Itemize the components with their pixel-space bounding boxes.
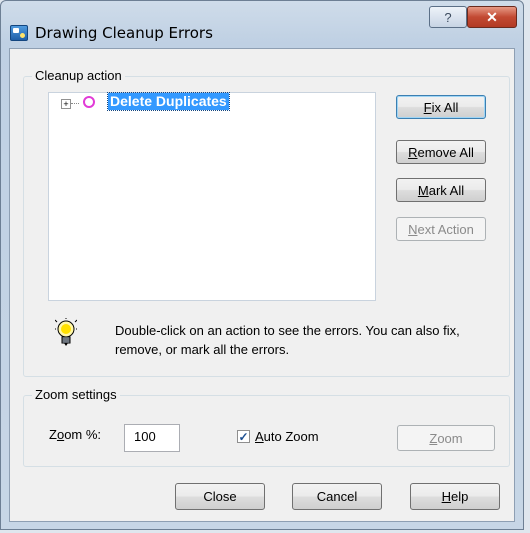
lightbulb-icon xyxy=(55,318,77,346)
cleanup-action-tree[interactable]: + Delete Duplicates xyxy=(48,92,376,301)
auto-zoom-label[interactable]: Auto Zoom xyxy=(255,429,319,444)
auto-zoom-checkbox[interactable]: ✓ xyxy=(237,430,250,444)
remove-all-button[interactable]: Remove All xyxy=(396,140,486,164)
fix-all-mnemonic: F xyxy=(423,99,432,115)
close-button[interactable]: Close xyxy=(175,483,265,510)
cancel-button-label: Cancel xyxy=(316,489,358,504)
circle-icon xyxy=(83,96,95,108)
auto-zoom-label-post: uto Zoom xyxy=(263,429,319,444)
cancel-button[interactable]: Cancel xyxy=(292,483,382,510)
auto-zoom-mnemonic: A xyxy=(255,429,264,444)
drawing-cleanup-app-icon xyxy=(10,25,28,41)
zoom-percent-label: Zoom %: xyxy=(49,427,101,442)
zoom-button-label: oom xyxy=(437,430,463,446)
zoom-percent-input[interactable]: 100 xyxy=(124,424,180,452)
zoom-settings-label: Zoom settings xyxy=(32,387,120,402)
cleanup-action-label: Cleanup action xyxy=(32,68,125,83)
remove-all-label: emove All xyxy=(417,144,474,160)
close-button-label: Close xyxy=(203,489,237,504)
zoom-percent-label-post: om %: xyxy=(64,427,102,442)
mark-all-mnemonic: M xyxy=(417,182,429,198)
mark-all-label: ark All xyxy=(428,182,465,198)
next-action-button[interactable]: Next Action xyxy=(396,217,486,241)
fix-all-label: ix All xyxy=(431,99,459,115)
zoom-button[interactable]: Zoom xyxy=(397,425,495,451)
help-title-button[interactable]: ? xyxy=(429,6,467,28)
close-window-button[interactable]: ✕ xyxy=(467,6,517,28)
mark-all-button[interactable]: Mark All xyxy=(396,178,486,202)
next-action-label: ext Action xyxy=(417,221,474,237)
help-button-label: elp xyxy=(451,489,469,504)
remove-all-mnemonic: R xyxy=(408,144,418,160)
hint-text: Double-click on an action to see the err… xyxy=(115,323,460,357)
zoom-button-mnemonic: Z xyxy=(429,430,438,446)
help-button[interactable]: Help xyxy=(410,483,500,510)
tree-connector xyxy=(71,103,79,104)
expand-icon[interactable]: + xyxy=(61,99,71,109)
title-bar[interactable]: Drawing Cleanup Errors ? ✕ xyxy=(1,1,523,49)
tree-node-delete-duplicates[interactable]: Delete Duplicates xyxy=(107,92,230,111)
window-title: Drawing Cleanup Errors xyxy=(35,24,213,42)
fix-all-button[interactable]: Fix All xyxy=(396,95,486,119)
zoom-percent-label-pre: Z xyxy=(49,427,57,442)
help-button-mnemonic: H xyxy=(441,489,452,504)
next-action-mnemonic: N xyxy=(408,221,418,237)
